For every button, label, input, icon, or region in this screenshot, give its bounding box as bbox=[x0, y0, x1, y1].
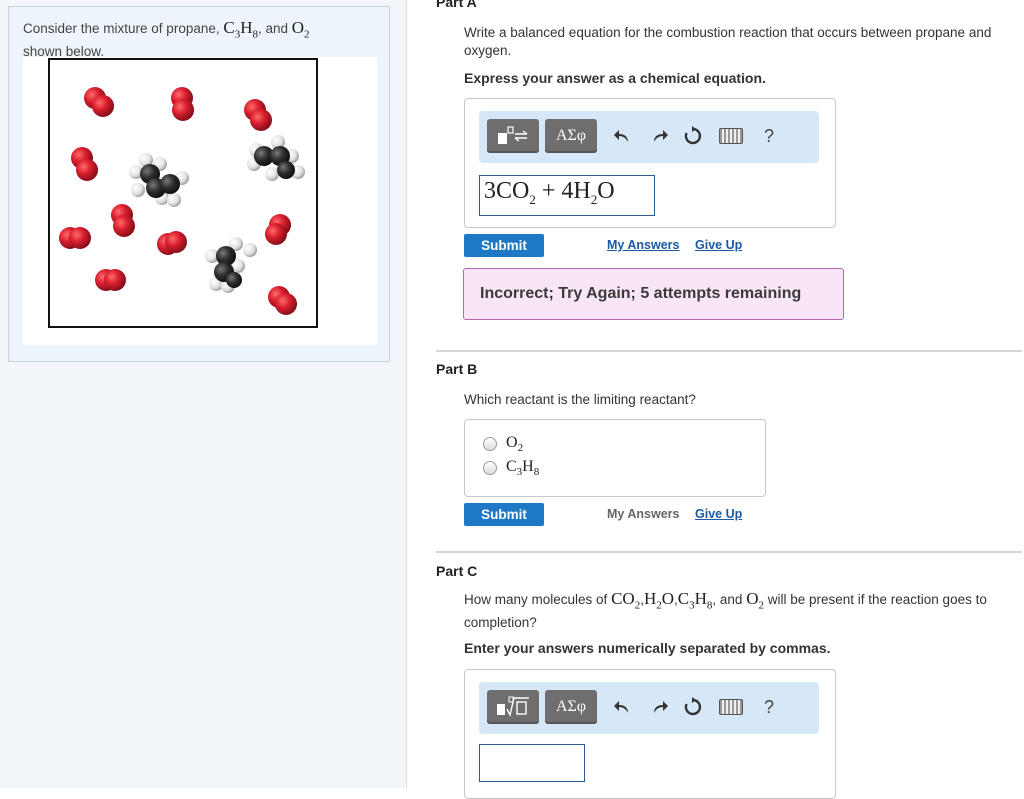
numeric-answer-input[interactable] bbox=[479, 744, 585, 782]
reset-icon[interactable] bbox=[679, 692, 707, 722]
greek-symbols-button[interactable]: ΑΣφ bbox=[545, 690, 597, 724]
part-c-title: Part C bbox=[436, 563, 478, 579]
keyboard-icon[interactable] bbox=[717, 692, 745, 722]
o2-molecule bbox=[111, 204, 135, 237]
part-a-my-answers-link[interactable]: My Answers bbox=[607, 238, 679, 252]
o2-molecule bbox=[71, 147, 98, 181]
option-c3h8[interactable]: C3H8 bbox=[483, 458, 539, 478]
molecule-mixture-figure bbox=[48, 58, 318, 328]
molecule-mixture-svg bbox=[59, 87, 305, 315]
part-b-my-answers: My Answers bbox=[607, 507, 680, 521]
part-a-submit-button[interactable]: Submit bbox=[464, 234, 544, 257]
template-button[interactable] bbox=[487, 690, 539, 724]
help-icon[interactable]: ? bbox=[755, 692, 783, 722]
o2-molecule bbox=[265, 214, 291, 245]
radio-button[interactable] bbox=[483, 461, 497, 476]
part-a-give-up-link[interactable]: Give Up bbox=[695, 238, 742, 252]
undo-icon[interactable] bbox=[609, 692, 637, 722]
o2-molecule bbox=[95, 269, 126, 291]
part-b-submit-button[interactable]: Submit bbox=[464, 503, 544, 526]
redo-icon[interactable] bbox=[645, 692, 673, 722]
part-a-question: Write a balanced equation for the combus… bbox=[464, 25, 992, 58]
redo-icon[interactable] bbox=[645, 121, 673, 151]
greek-symbols-button[interactable]: ΑΣφ bbox=[545, 119, 597, 153]
template-button[interactable] bbox=[487, 119, 539, 153]
keyboard-icon[interactable] bbox=[717, 121, 745, 151]
option-o2[interactable]: O2 bbox=[483, 434, 523, 454]
undo-icon[interactable] bbox=[609, 121, 637, 151]
reset-icon[interactable] bbox=[679, 121, 707, 151]
section-divider bbox=[436, 350, 1022, 352]
part-b-question: Which reactant is the limiting reactant? bbox=[464, 392, 696, 407]
template-icon bbox=[498, 126, 528, 144]
math-toolbar: ΑΣφ ? bbox=[479, 682, 819, 734]
o2-molecule bbox=[84, 87, 114, 117]
math-toolbar: ΑΣφ ? bbox=[479, 111, 819, 163]
part-c-instruction: Enter your answers numerically separated… bbox=[464, 640, 831, 656]
help-icon[interactable]: ? bbox=[755, 121, 783, 151]
part-a-instruction: Express your answer as a chemical equati… bbox=[464, 70, 766, 86]
part-c-answer-box: ΑΣφ ? bbox=[464, 669, 836, 799]
part-a-title: Part A bbox=[436, 0, 477, 10]
section-divider bbox=[436, 551, 1022, 553]
o2-molecule bbox=[171, 87, 194, 121]
part-b-options: O2 C3H8 bbox=[464, 419, 766, 497]
o2-molecule bbox=[268, 286, 297, 315]
problem-panel: Consider the mixture of propane, C3H8, a… bbox=[0, 0, 407, 788]
part-b-give-up-link[interactable]: Give Up bbox=[695, 507, 742, 521]
part-b-title: Part B bbox=[436, 361, 478, 377]
problem-statement: Consider the mixture of propane, C3H8, a… bbox=[23, 18, 310, 60]
propane-molecule bbox=[247, 135, 305, 181]
propane-molecule bbox=[205, 237, 257, 293]
feedback-message: Incorrect; Try Again; 5 attempts remaini… bbox=[463, 268, 844, 320]
part-a-answer-box: ΑΣφ ? 3CO2 + 4H2O bbox=[464, 98, 836, 228]
radio-button[interactable] bbox=[483, 437, 497, 452]
propane-molecule bbox=[129, 153, 189, 207]
o2-molecule bbox=[157, 231, 187, 255]
chemical-equation-input[interactable]: 3CO2 + 4H2O bbox=[479, 175, 655, 216]
sqrt-template-icon bbox=[497, 696, 529, 718]
o2-molecule bbox=[59, 227, 91, 249]
o2-molecule bbox=[244, 99, 272, 131]
part-c-question: How many molecules of CO2,H2O,C3H8, and … bbox=[464, 589, 987, 631]
